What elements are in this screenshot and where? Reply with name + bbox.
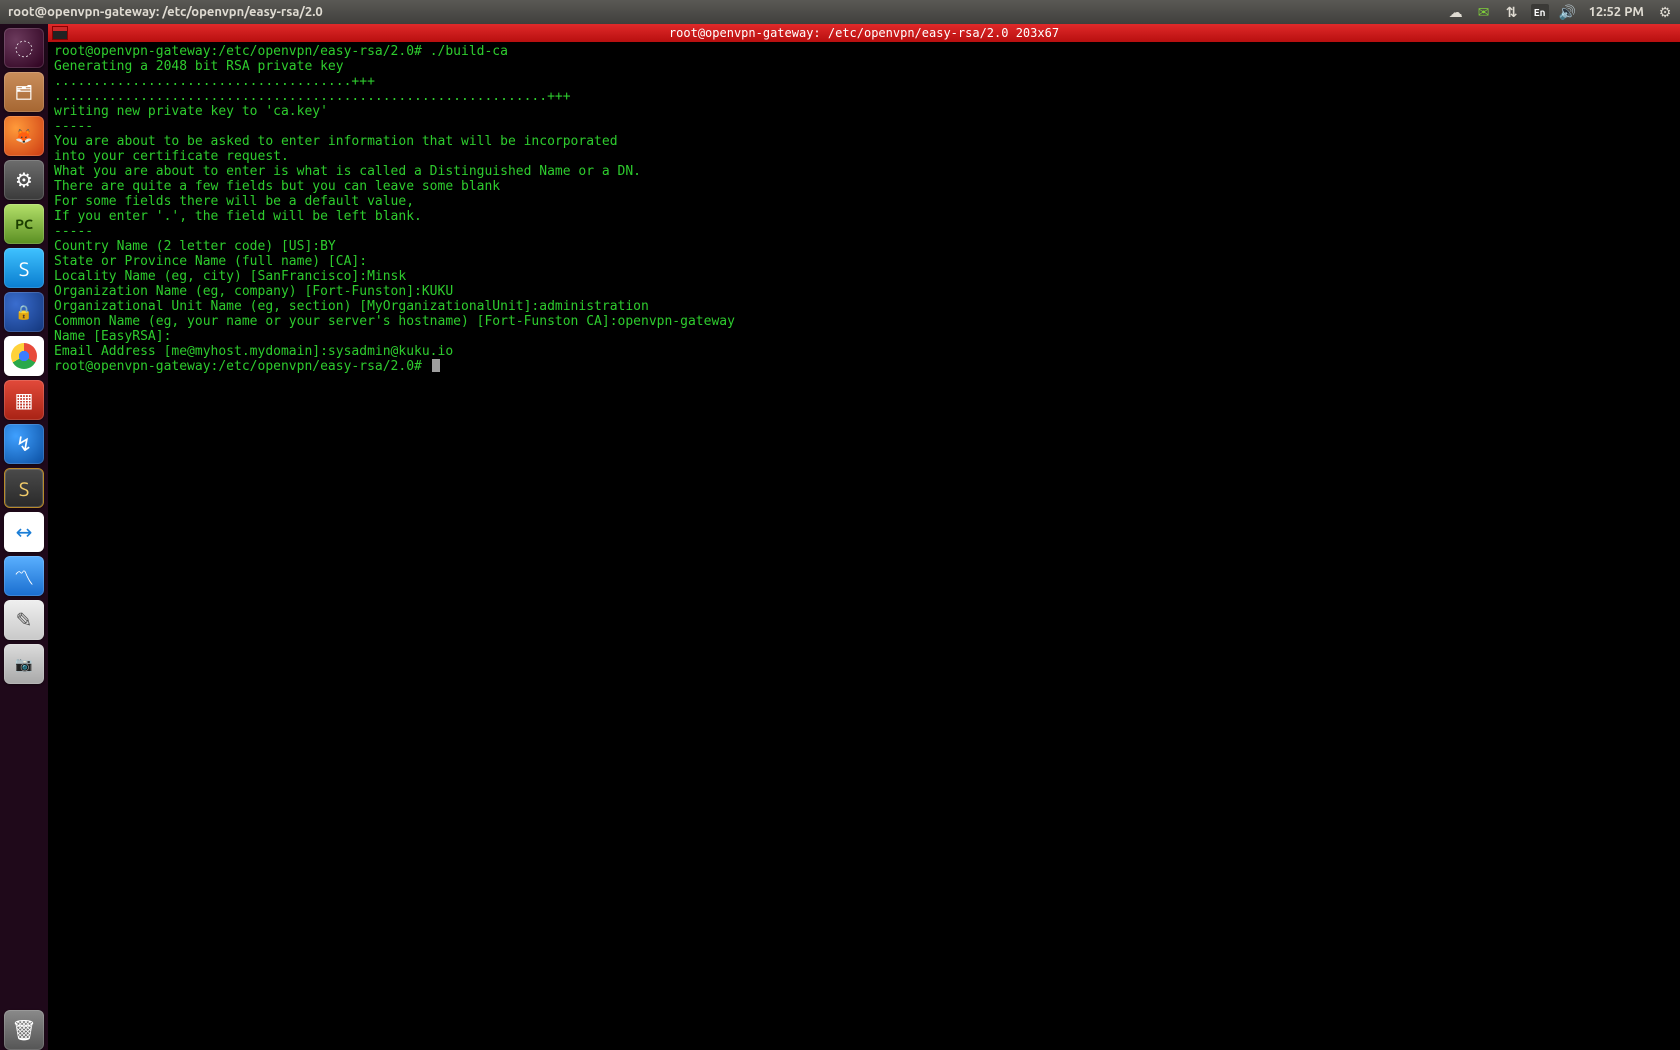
terminal-line: Organization Name (eg, company) [Fort-Fu…	[54, 284, 1674, 299]
launcher-teamviewer[interactable]: ↔	[4, 512, 44, 552]
terminal-line: writing new private key to 'ca.key'	[54, 104, 1674, 119]
session-gear-icon[interactable]: ⚙	[1656, 3, 1674, 21]
launcher-files[interactable]: 🗂	[4, 72, 44, 112]
launcher-app-red[interactable]: ▦	[4, 380, 44, 420]
terminal-line: State or Province Name (full name) [CA]:	[54, 254, 1674, 269]
terminal-line: If you enter '.', the field will be left…	[54, 209, 1674, 224]
terminal-line: Country Name (2 letter code) [US]:BY	[54, 239, 1674, 254]
shell-prompt: root@openvpn-gateway:/etc/openvpn/easy-r…	[54, 359, 430, 374]
cursor-icon	[432, 359, 440, 372]
terminal-line: Organizational Unit Name (eg, section) […	[54, 299, 1674, 314]
chrome-icon	[11, 343, 37, 369]
launcher-pycharm[interactable]: PC	[4, 204, 44, 244]
launcher-keyring[interactable]: 🔒	[4, 292, 44, 332]
messaging-icon[interactable]: ✉	[1475, 3, 1493, 21]
launcher-trash[interactable]: 🗑	[4, 1010, 44, 1050]
terminal-line: Locality Name (eg, city) [SanFrancisco]:…	[54, 269, 1674, 284]
shell-command: ./build-ca	[430, 44, 508, 59]
launcher-bittorrent[interactable]: ↯	[4, 424, 44, 464]
terminal-line: root@openvpn-gateway:/etc/openvpn/easy-r…	[54, 44, 1674, 59]
terminal-line: root@openvpn-gateway:/etc/openvpn/easy-r…	[54, 359, 1674, 374]
launcher-sublime-text[interactable]: S	[4, 468, 44, 508]
terminal-line: There are quite a few fields but you can…	[54, 179, 1674, 194]
network-icon[interactable]: ⇅	[1503, 3, 1521, 21]
terminal-line: Common Name (eg, your name or your serve…	[54, 314, 1674, 329]
launcher-system-monitor[interactable]: 〽	[4, 556, 44, 596]
terminal-line: What you are about to enter is what is c…	[54, 164, 1674, 179]
terminal-line: Email Address [me@myhost.mydomain]:sysad…	[54, 344, 1674, 359]
terminal-line: -----	[54, 119, 1674, 134]
terminal-titlebar-text: root@openvpn-gateway: /etc/openvpn/easy-…	[669, 26, 1059, 40]
launcher-screenshot[interactable]: 📷	[4, 644, 44, 684]
launcher-dash-home[interactable]: ◌	[4, 28, 44, 68]
terminal-line: For some fields there will be a default …	[54, 194, 1674, 209]
terminal-line: You are about to be asked to enter infor…	[54, 134, 1674, 149]
keyboard-language-indicator[interactable]: En	[1531, 4, 1549, 20]
cloud-icon[interactable]: ☁	[1447, 3, 1465, 21]
launcher-text-editor[interactable]: ✎	[4, 600, 44, 640]
unity-launcher: ◌🗂🦊⚙PCS🔒▦↯S↔〽✎📷🗑	[0, 24, 48, 1050]
terminal-titlebar-icon	[52, 26, 68, 40]
launcher-skype[interactable]: S	[4, 248, 44, 288]
launcher-chrome[interactable]	[4, 336, 44, 376]
terminal-line: ......................................++…	[54, 74, 1674, 89]
terminal-line: into your certificate request.	[54, 149, 1674, 164]
terminal-body[interactable]: root@openvpn-gateway:/etc/openvpn/easy-r…	[48, 42, 1680, 1050]
terminal-line: ........................................…	[54, 89, 1674, 104]
terminal-titlebar[interactable]: root@openvpn-gateway: /etc/openvpn/easy-…	[48, 24, 1680, 42]
terminal-line: Generating a 2048 bit RSA private key	[54, 59, 1674, 74]
clock[interactable]: 12:52 PM	[1587, 5, 1646, 19]
system-tray: ☁ ✉ ⇅ En 🔊 12:52 PM ⚙	[1447, 3, 1674, 21]
terminal-line: -----	[54, 224, 1674, 239]
terminal-window: root@openvpn-gateway: /etc/openvpn/easy-…	[48, 24, 1680, 1050]
launcher-settings[interactable]: ⚙	[4, 160, 44, 200]
terminal-line: Name [EasyRSA]:	[54, 329, 1674, 344]
volume-icon[interactable]: 🔊	[1559, 3, 1577, 21]
launcher-firefox[interactable]: 🦊	[4, 116, 44, 156]
system-menubar: root@openvpn-gateway: /etc/openvpn/easy-…	[0, 0, 1680, 24]
shell-prompt: root@openvpn-gateway:/etc/openvpn/easy-r…	[54, 44, 430, 59]
window-title: root@openvpn-gateway: /etc/openvpn/easy-…	[8, 5, 323, 19]
